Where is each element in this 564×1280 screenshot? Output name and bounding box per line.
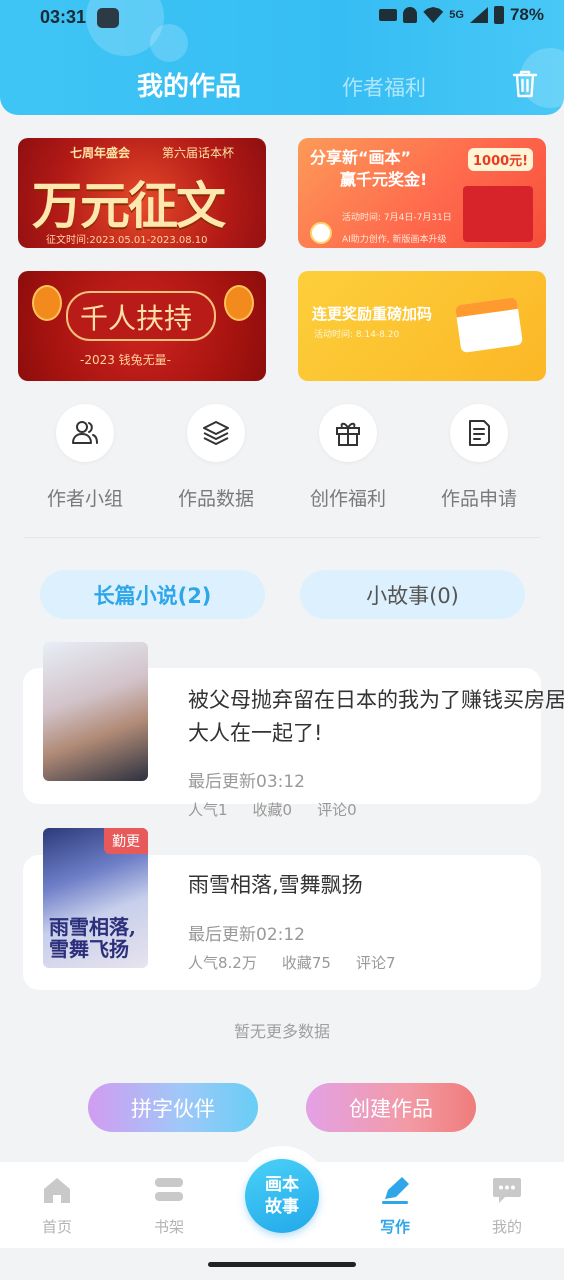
quick-creation-benefits[interactable]: 创作福利 xyxy=(303,404,393,511)
home-icon xyxy=(44,1178,70,1203)
banner-update-reward[interactable]: 连更奖励重磅加码 活动时间: 8.14-8.20 xyxy=(298,271,546,381)
no-more-data: 暂无更多数据 xyxy=(233,1022,330,1041)
tab-novels[interactable]: 长篇小说(2) xyxy=(40,570,265,619)
section-divider xyxy=(24,537,540,538)
nav-label: 书架 xyxy=(153,1218,184,1236)
work-title-line: 被父母抛弃留在日本的我为了赚钱买房居 xyxy=(188,688,564,712)
banner-date: 活动时间: 8.14-8.20 xyxy=(314,330,400,340)
nav-label: 我的 xyxy=(491,1218,522,1236)
cover-title: 雨雪相落,雪舞飞扬 xyxy=(49,915,136,961)
home-indicator[interactable] xyxy=(208,1262,356,1267)
document-icon xyxy=(450,404,508,462)
nav-write[interactable]: 写作 xyxy=(365,1175,425,1237)
mute-bell-icon xyxy=(403,7,418,23)
work-cover-image[interactable] xyxy=(43,642,148,781)
trash-icon[interactable] xyxy=(512,70,538,98)
quick-work-application[interactable]: 作品申请 xyxy=(434,404,524,511)
banner-tag: 第六届话本杯 xyxy=(162,146,235,160)
work-stats: 人气8.2万 收藏75 评论7 xyxy=(188,952,396,973)
status-time: 03:31 xyxy=(40,7,87,27)
nav-mine[interactable]: 我的 xyxy=(477,1175,537,1237)
lantern-image xyxy=(32,285,62,321)
work-popularity: 人气1 xyxy=(188,801,228,819)
lantern-image xyxy=(224,285,254,321)
nav-bookshelf[interactable]: 书架 xyxy=(139,1175,199,1237)
users-icon xyxy=(56,404,114,462)
banner-date: 活动时间: 7月4日-7月31日 xyxy=(342,213,452,223)
banner-amount: 1000元! xyxy=(468,148,534,171)
banner-share-huaben[interactable]: 分享新“画本” 赢千元奖金! 1000元! 活动时间: 7月4日-7月31日 A… xyxy=(298,138,546,248)
network-label: 5G xyxy=(449,9,464,21)
tab-my-works[interactable]: 我的作品 xyxy=(137,66,241,103)
banner-tag: 七周年盛会 xyxy=(70,146,131,160)
calendar-image xyxy=(454,296,524,354)
nav-home[interactable]: 首页 xyxy=(27,1175,87,1237)
red-envelope-image xyxy=(463,186,533,242)
banner-subtitle: 赢千元奖金! xyxy=(340,170,428,189)
decor-bubble xyxy=(150,24,188,62)
work-title[interactable]: 被父母抛弃留在日本的我为了赚钱买房居 大人在一起了! xyxy=(188,684,564,750)
banner-date: 征文时间:2023.05.01-2023.08.10 xyxy=(46,235,208,246)
quick-action-label: 作品申请 xyxy=(440,488,517,510)
layers-icon xyxy=(187,404,245,462)
banner-essay-contest[interactable]: 七周年盛会 第六届话本杯 万元征文 征文时间:2023.05.01-2023.0… xyxy=(18,138,266,248)
tab-short-stories[interactable]: 小故事(0) xyxy=(300,570,525,619)
banner-title: 千人扶持 xyxy=(80,302,193,335)
chat-bubble-icon xyxy=(493,1178,521,1203)
banner-title: 分享新“画本” xyxy=(310,148,412,167)
work-title[interactable]: 雨雪相落,雪舞飘扬 xyxy=(188,869,363,902)
work-title-line: 大人在一起了! xyxy=(188,721,323,745)
quick-work-data[interactable]: 作品数据 xyxy=(171,404,261,511)
huaben-story-button[interactable]: 画本故事 xyxy=(245,1159,319,1233)
banner-note: AI助力创作, 新版画本升级 xyxy=(342,235,447,245)
writing-partner-button[interactable]: 拼字伙伴 xyxy=(88,1083,258,1132)
quick-author-group[interactable]: 作者小组 xyxy=(40,404,130,511)
signal-icon xyxy=(469,7,488,23)
create-work-button[interactable]: 创建作品 xyxy=(306,1083,476,1132)
quick-action-label: 作品数据 xyxy=(177,488,254,510)
quick-action-label: 创作福利 xyxy=(309,488,386,510)
bookshelf-icon xyxy=(155,1178,183,1201)
work-favorites: 收藏75 xyxy=(281,954,331,972)
wifi-icon xyxy=(423,7,444,23)
banner-title: 万元征文 xyxy=(32,176,226,235)
nav-label: 写作 xyxy=(379,1218,410,1236)
diligent-update-badge: 勤更 xyxy=(104,828,148,854)
work-updated-time: 最后更新03:12 xyxy=(188,772,305,792)
banner-title: 连更奖励重磅加码 xyxy=(312,305,433,323)
work-comments: 评论0 xyxy=(317,801,357,819)
work-stats: 人气1 收藏0 评论0 xyxy=(188,799,357,820)
status-icons: 5G 78% xyxy=(379,5,544,25)
notification-app-icon xyxy=(97,8,119,28)
mascot-avatar xyxy=(310,222,332,244)
nav-label: 首页 xyxy=(41,1218,72,1236)
work-comments: 评论7 xyxy=(355,954,396,972)
battery-icon xyxy=(493,6,504,24)
top-header: 03:31 5G 78% 我的作品 作者福利 xyxy=(0,0,564,115)
work-updated-time: 最后更新02:12 xyxy=(188,925,305,945)
tab-author-benefits[interactable]: 作者福利 xyxy=(342,72,426,102)
pen-icon xyxy=(382,1177,409,1204)
work-favorites: 收藏0 xyxy=(252,801,293,819)
work-popularity: 人气8.2万 xyxy=(188,954,257,972)
battery-percent: 78% xyxy=(509,5,544,24)
banner-subtitle: -2023 钱兔无量- xyxy=(80,353,172,367)
gift-icon xyxy=(319,404,377,462)
quick-action-label: 作者小组 xyxy=(46,488,123,510)
banner-thousand-support[interactable]: 千人扶持 -2023 钱兔无量- xyxy=(18,271,266,381)
auto-icon xyxy=(379,9,398,21)
